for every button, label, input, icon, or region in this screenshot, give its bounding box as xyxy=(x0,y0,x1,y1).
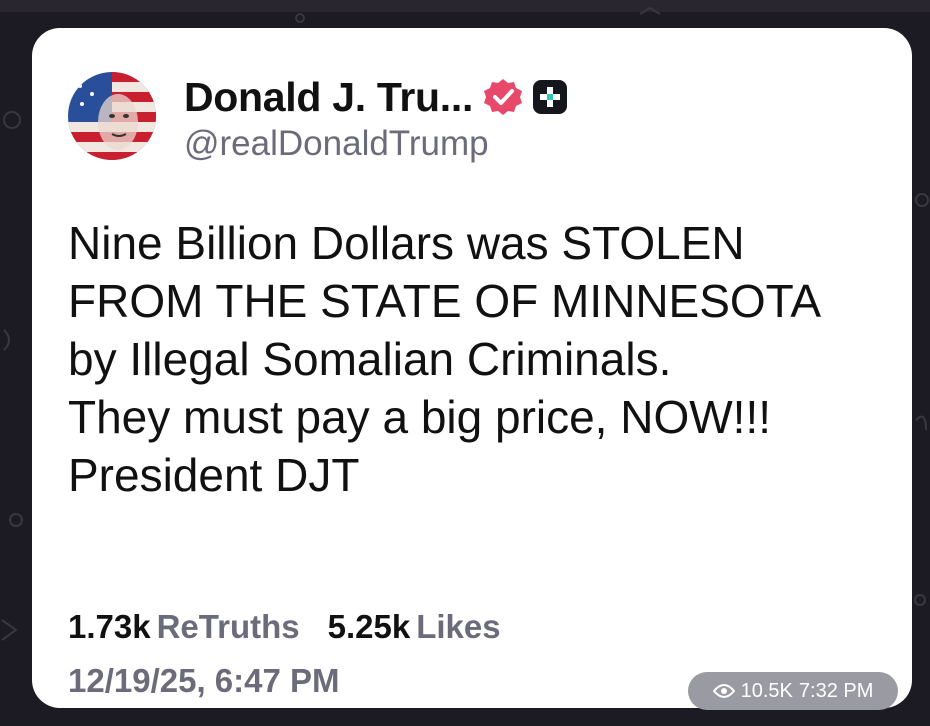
retruths-count: 1.73k xyxy=(68,608,151,645)
likes-count: 5.25k xyxy=(327,608,411,645)
post-body-line: President DJT xyxy=(68,449,360,501)
likes-label: Likes xyxy=(416,608,501,645)
display-name[interactable]: Donald J. Tru... xyxy=(184,74,473,121)
media-info-overlay: 10.5K 7:32 PM xyxy=(688,672,898,710)
post-body-line: by Illegal Somalian Criminals. xyxy=(68,333,672,385)
user-handle[interactable]: @realDonaldTrump xyxy=(184,124,489,164)
flag-portrait-avatar-icon xyxy=(68,72,156,160)
post-body: Nine Billion Dollars was STOLEN FROM THE… xyxy=(68,214,898,504)
view-count: 10.5K xyxy=(740,679,793,702)
message-time: 7:32 PM xyxy=(798,679,874,702)
engagement-stats: 1.73k ReTruths 5.25k Likes xyxy=(68,608,501,646)
post-body-line: They must pay a big price, NOW!!! xyxy=(68,391,772,443)
post-body-line: FROM THE STATE OF MINNESOTA xyxy=(68,275,822,327)
post-body-line: Nine Billion Dollars was STOLEN xyxy=(68,217,745,269)
eye-icon xyxy=(712,684,735,698)
verified-badge-icon xyxy=(484,79,523,115)
post-card: Donald J. Tru... @realDonaldTrump Nine B… xyxy=(32,28,912,708)
plus-badge-icon xyxy=(533,80,568,114)
post-timestamp: 12/19/25, 6:47 PM xyxy=(68,662,340,699)
retruths-stat[interactable]: 1.73k ReTruths xyxy=(68,608,300,646)
likes-stat[interactable]: 5.25k Likes xyxy=(328,608,501,646)
retruths-label: ReTruths xyxy=(156,608,300,645)
avatar[interactable] xyxy=(68,72,156,160)
